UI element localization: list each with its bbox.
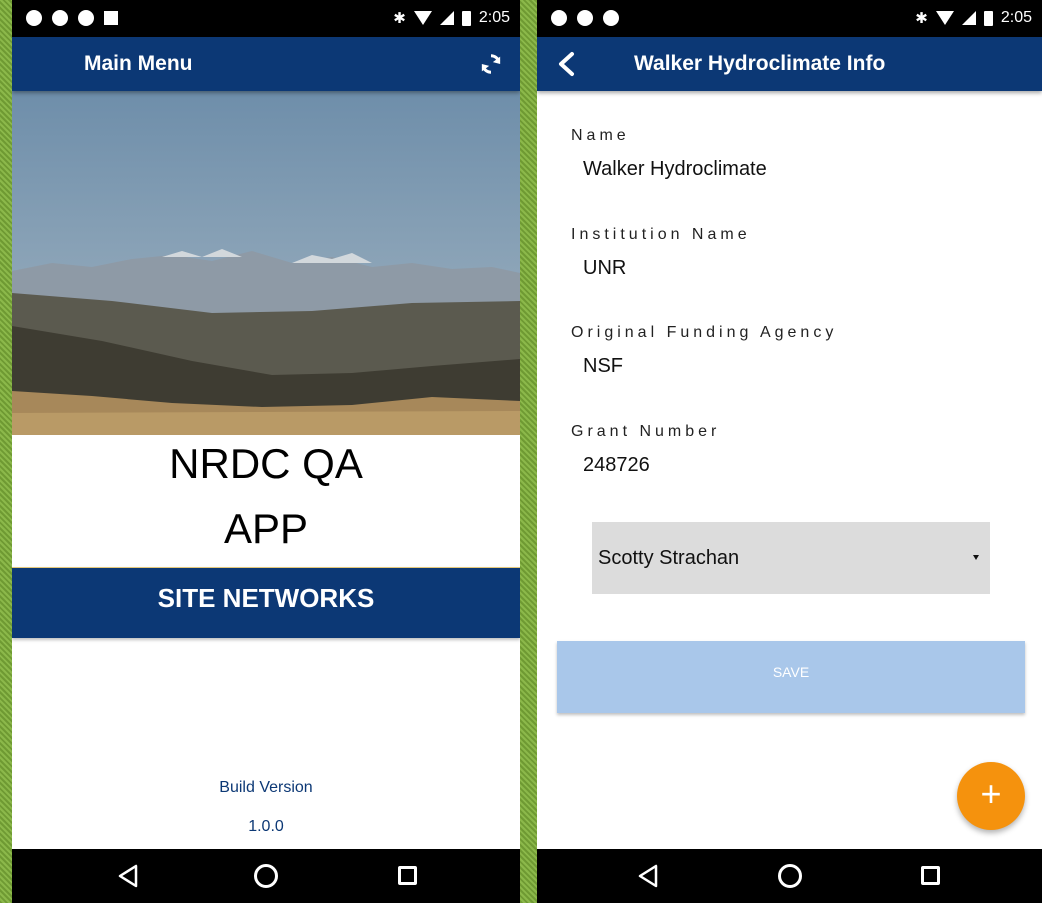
app-bar: Main Menu: [12, 37, 520, 91]
site-networks-button[interactable]: SITE NETWORKS: [12, 567, 520, 638]
chrome-icon: [603, 10, 619, 26]
add-icon: +: [980, 773, 1002, 814]
nav-home-icon[interactable]: [254, 864, 278, 888]
institution-name-label: Institution Name: [571, 226, 751, 243]
status-bar: ✱ 2:05: [537, 0, 1042, 37]
messenger-icon: [26, 10, 42, 26]
build-version-value: 1.0.0: [248, 818, 284, 835]
android-nav-bar: [12, 849, 520, 903]
dropdown-arrow-icon: [973, 555, 979, 560]
save-button[interactable]: SAVE: [557, 641, 1025, 713]
nav-home-icon[interactable]: [778, 864, 802, 888]
chrome-icon: [577, 10, 593, 26]
funding-agency-value[interactable]: NSF: [583, 355, 623, 378]
notification-icons: [551, 10, 619, 26]
app-title-line-1: NRDC QA: [169, 440, 363, 487]
nav-recent-apps-icon[interactable]: [398, 866, 417, 885]
nav-back-icon[interactable]: [117, 864, 139, 888]
app-bar: Walker Hydroclimate Info: [537, 37, 1042, 91]
app-title-line-2: APP: [223, 505, 309, 552]
android-nav-bar: [537, 849, 1042, 903]
site-network-info-screen: ✱ 2:05 Walker Hydroclimate Info Name Wal…: [537, 0, 1042, 903]
build-version-label: Build Version: [219, 779, 313, 796]
nav-back-icon[interactable]: [637, 864, 659, 888]
person-dropdown-value: Scotty Strachan: [598, 547, 740, 569]
notification-icons: [26, 10, 118, 26]
messenger-icon: [551, 10, 567, 26]
chrome-icon: [52, 10, 68, 26]
grant-number-value[interactable]: 248726: [583, 454, 650, 477]
wifi-icon: [413, 11, 432, 25]
main-menu-screen: ✱ 2:05 Main Menu NRDC QA APP SITE NETWOR…: [12, 0, 520, 903]
mountain-landscape-image: [12, 91, 520, 435]
name-value[interactable]: Walker Hydroclimate: [583, 158, 767, 181]
battery-icon: [461, 10, 471, 26]
wifi-icon: [935, 11, 954, 25]
person-dropdown[interactable]: Scotty Strachan: [592, 522, 990, 594]
funding-agency-label: Original Funding Agency: [571, 324, 838, 341]
institution-name-value[interactable]: UNR: [583, 257, 626, 280]
page-title: Main Menu: [84, 52, 193, 75]
clock: 2:05: [1000, 9, 1032, 26]
back-arrow-icon[interactable]: [555, 51, 577, 77]
name-label: Name: [571, 127, 630, 144]
refresh-icon[interactable]: [480, 53, 502, 75]
signal-icon: [961, 11, 976, 25]
signal-icon: [439, 11, 454, 25]
status-bar: ✱ 2:05: [12, 0, 520, 37]
page-title: Walker Hydroclimate Info: [634, 52, 886, 75]
add-fab-button[interactable]: +: [957, 762, 1025, 830]
bluetooth-icon: ✱: [915, 10, 928, 27]
bluetooth-icon: ✱: [393, 10, 406, 27]
chrome-icon: [78, 10, 94, 26]
image-icon: [104, 11, 118, 25]
clock: 2:05: [478, 9, 510, 26]
battery-icon: [983, 10, 993, 26]
grant-number-label: Grant Number: [571, 423, 721, 440]
nav-recent-apps-icon[interactable]: [921, 866, 940, 885]
